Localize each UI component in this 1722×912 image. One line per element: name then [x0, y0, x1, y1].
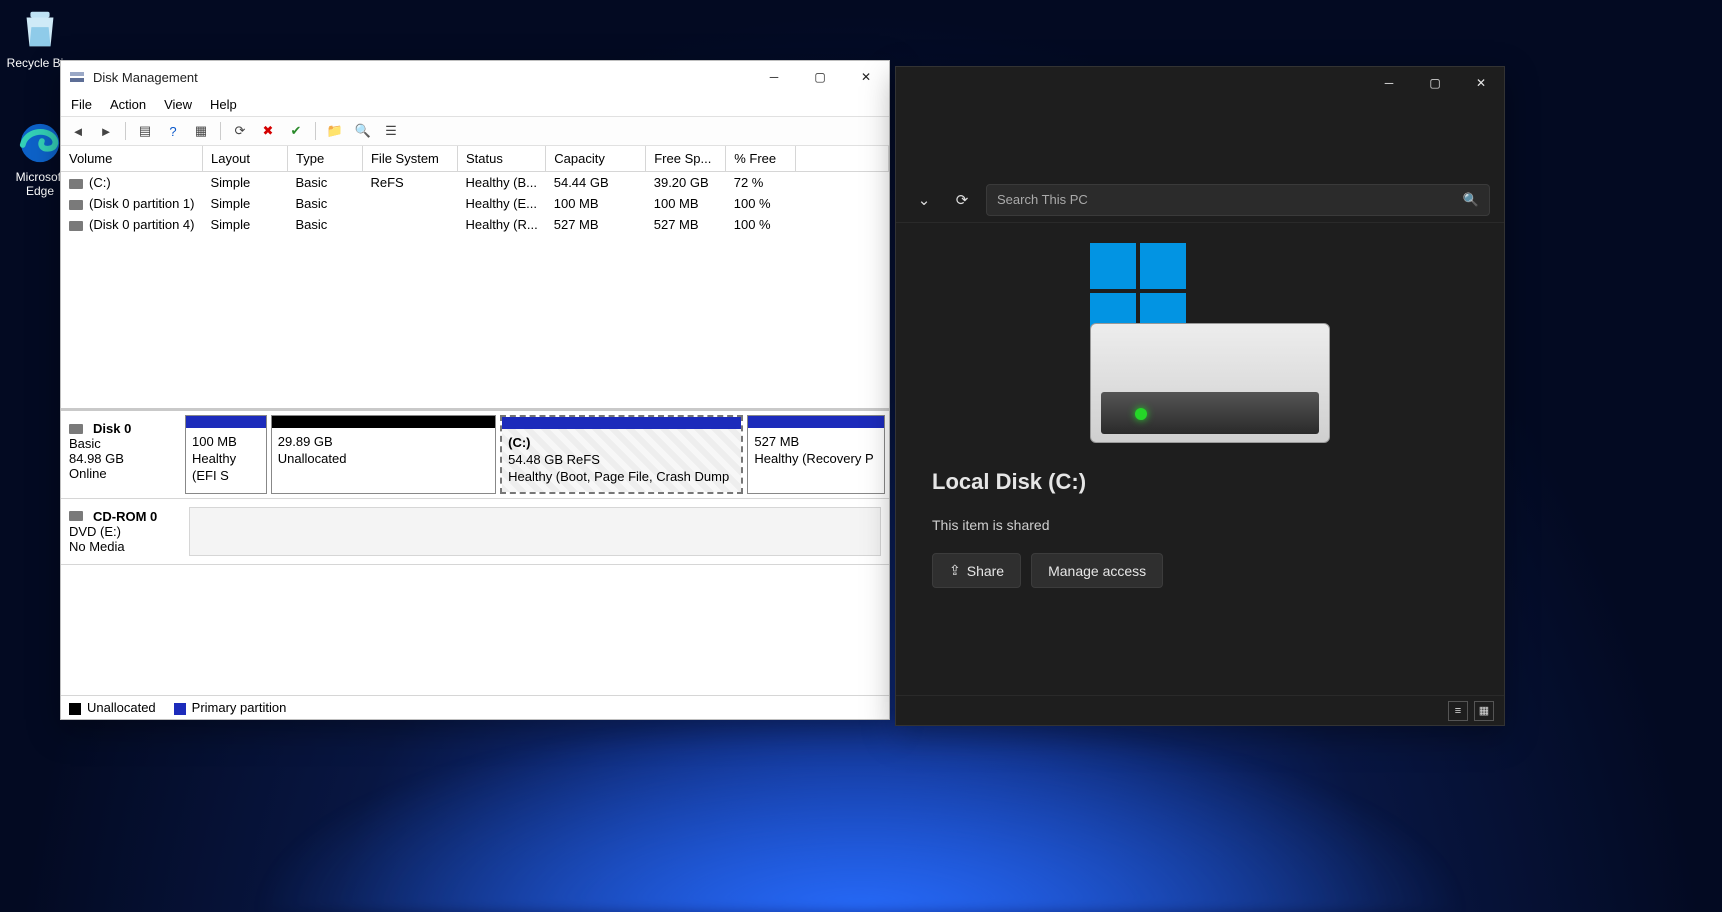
edge-icon	[17, 120, 63, 166]
disk-management-icon	[69, 69, 85, 85]
volume-icon	[69, 200, 83, 210]
help-button[interactable]: ?	[162, 120, 184, 142]
col-layout[interactable]: Layout	[202, 146, 287, 172]
delete-button[interactable]: ✖	[257, 120, 279, 142]
drive-icon	[1090, 323, 1330, 443]
disk-partitions: 100 MBHealthy (EFI S29.89 GBUnallocated(…	[181, 411, 889, 498]
share-icon: ⇪	[949, 562, 961, 579]
partition-unallocated[interactable]: 29.89 GBUnallocated	[271, 415, 496, 494]
disk-icon	[69, 511, 83, 521]
toolbar-separator	[125, 122, 126, 140]
legend-unallocated: Unallocated	[69, 700, 156, 715]
col-filesystem[interactable]: File System	[362, 146, 457, 172]
menu-bar: File Action View Help	[61, 93, 889, 116]
disk-graphical-view[interactable]: Disk 0 Basic84.98 GBOnline100 MBHealthy …	[61, 411, 889, 695]
partition[interactable]: 527 MBHealthy (Recovery P	[747, 415, 885, 494]
maximize-button[interactable]: ▢	[1412, 67, 1458, 99]
minimize-button[interactable]: ─	[751, 61, 797, 93]
partition[interactable]: (C:)54.48 GB ReFSHealthy (Boot, Page Fil…	[500, 415, 743, 494]
show-hide-button[interactable]: ▤	[134, 120, 156, 142]
check-button[interactable]: ✔	[285, 120, 307, 142]
disk-icon	[69, 424, 83, 434]
search-icon: 🔍	[1463, 192, 1479, 208]
close-button[interactable]: ✕	[1458, 67, 1504, 99]
list-button[interactable]: ☰	[380, 120, 402, 142]
titlebar[interactable]: ─ ▢ ✕	[896, 67, 1504, 99]
titlebar[interactable]: Disk Management ─ ▢ ✕	[61, 61, 889, 93]
col-capacity[interactable]: Capacity	[546, 146, 646, 172]
menu-view[interactable]: View	[164, 97, 192, 112]
drive-title: Local Disk (C:)	[916, 469, 1086, 495]
window-title: Disk Management	[93, 70, 198, 85]
toolbar-separator	[220, 122, 221, 140]
drive-led-icon	[1135, 408, 1147, 420]
volume-icon	[69, 221, 83, 231]
disk-label: CD-ROM 0 DVD (E:)No Media	[61, 499, 181, 564]
file-explorer-window: ─ ▢ ✕ ⌄ ⟳ Search This PC 🔍 Local Disk (C…	[895, 66, 1505, 726]
wallpaper-bloom	[250, 712, 1470, 912]
disk-label: Disk 0 Basic84.98 GBOnline	[61, 411, 181, 498]
drive-shared-text: This item is shared	[916, 517, 1049, 533]
search-input[interactable]: Search This PC 🔍	[986, 184, 1490, 216]
legend: Unallocated Primary partition	[61, 695, 889, 719]
col-spacer	[796, 146, 889, 172]
details-view-button[interactable]: ≡	[1448, 701, 1468, 721]
search-placeholder: Search This PC	[997, 192, 1088, 207]
col-pctfree[interactable]: % Free	[726, 146, 796, 172]
drive-thumbnail[interactable]	[1070, 243, 1330, 443]
toolbar-separator	[315, 122, 316, 140]
maximize-button[interactable]: ▢	[797, 61, 843, 93]
partition[interactable]: 100 MBHealthy (EFI S	[185, 415, 267, 494]
column-headers[interactable]: Volume Layout Type File System Status Ca…	[61, 146, 889, 172]
drive-actions: ⇪Share Manage access	[916, 553, 1163, 588]
volume-list[interactable]: Volume Layout Type File System Status Ca…	[61, 146, 889, 411]
refresh-icon[interactable]: ⟳	[948, 186, 976, 214]
refresh-button[interactable]: ⟳	[229, 120, 251, 142]
disk-row[interactable]: CD-ROM 0 DVD (E:)No Media	[61, 499, 889, 565]
forward-button[interactable]: ►	[95, 120, 117, 142]
manage-access-button[interactable]: Manage access	[1031, 553, 1163, 588]
col-volume[interactable]: Volume	[61, 146, 202, 172]
menu-action[interactable]: Action	[110, 97, 146, 112]
window-controls: ─ ▢ ✕	[1366, 67, 1504, 99]
back-button[interactable]: ◄	[67, 120, 89, 142]
col-type[interactable]: Type	[287, 146, 362, 172]
volume-row[interactable]: (Disk 0 partition 4) SimpleBasicHealthy …	[61, 214, 889, 235]
minimize-button[interactable]: ─	[1366, 67, 1412, 99]
legend-primary: Primary partition	[174, 700, 287, 715]
col-freespace[interactable]: Free Sp...	[646, 146, 726, 172]
disk-partitions	[181, 499, 889, 564]
chevron-down-icon[interactable]: ⌄	[910, 186, 938, 214]
recycle-bin-icon	[17, 6, 63, 52]
folder-search-button[interactable]: 🔍	[352, 120, 374, 142]
window-controls: ─ ▢ ✕	[751, 61, 889, 93]
explorer-content: Local Disk (C:) This item is shared ⇪Sha…	[896, 223, 1504, 695]
properties-button[interactable]: ▦	[190, 120, 212, 142]
address-bar-row: ⌄ ⟳ Search This PC 🔍	[896, 177, 1504, 223]
menu-file[interactable]: File	[71, 97, 92, 112]
disk-row[interactable]: Disk 0 Basic84.98 GBOnline100 MBHealthy …	[61, 411, 889, 499]
share-button[interactable]: ⇪Share	[932, 553, 1021, 588]
menu-help[interactable]: Help	[210, 97, 237, 112]
volume-icon	[69, 179, 83, 189]
no-media	[189, 507, 881, 556]
disk-management-window: Disk Management ─ ▢ ✕ File Action View H…	[60, 60, 890, 720]
toolbar: ◄ ► ▤ ? ▦ ⟳ ✖ ✔ 📁 🔍 ☰	[61, 116, 889, 146]
folder-button[interactable]: 📁	[324, 120, 346, 142]
close-button[interactable]: ✕	[843, 61, 889, 93]
explorer-statusbar: ≡ ▦	[896, 695, 1504, 725]
volume-row[interactable]: (Disk 0 partition 1) SimpleBasicHealthy …	[61, 193, 889, 214]
col-status[interactable]: Status	[457, 146, 545, 172]
volume-row[interactable]: (C:) SimpleBasicReFSHealthy (B...54.44 G…	[61, 172, 889, 194]
icons-view-button[interactable]: ▦	[1474, 701, 1494, 721]
